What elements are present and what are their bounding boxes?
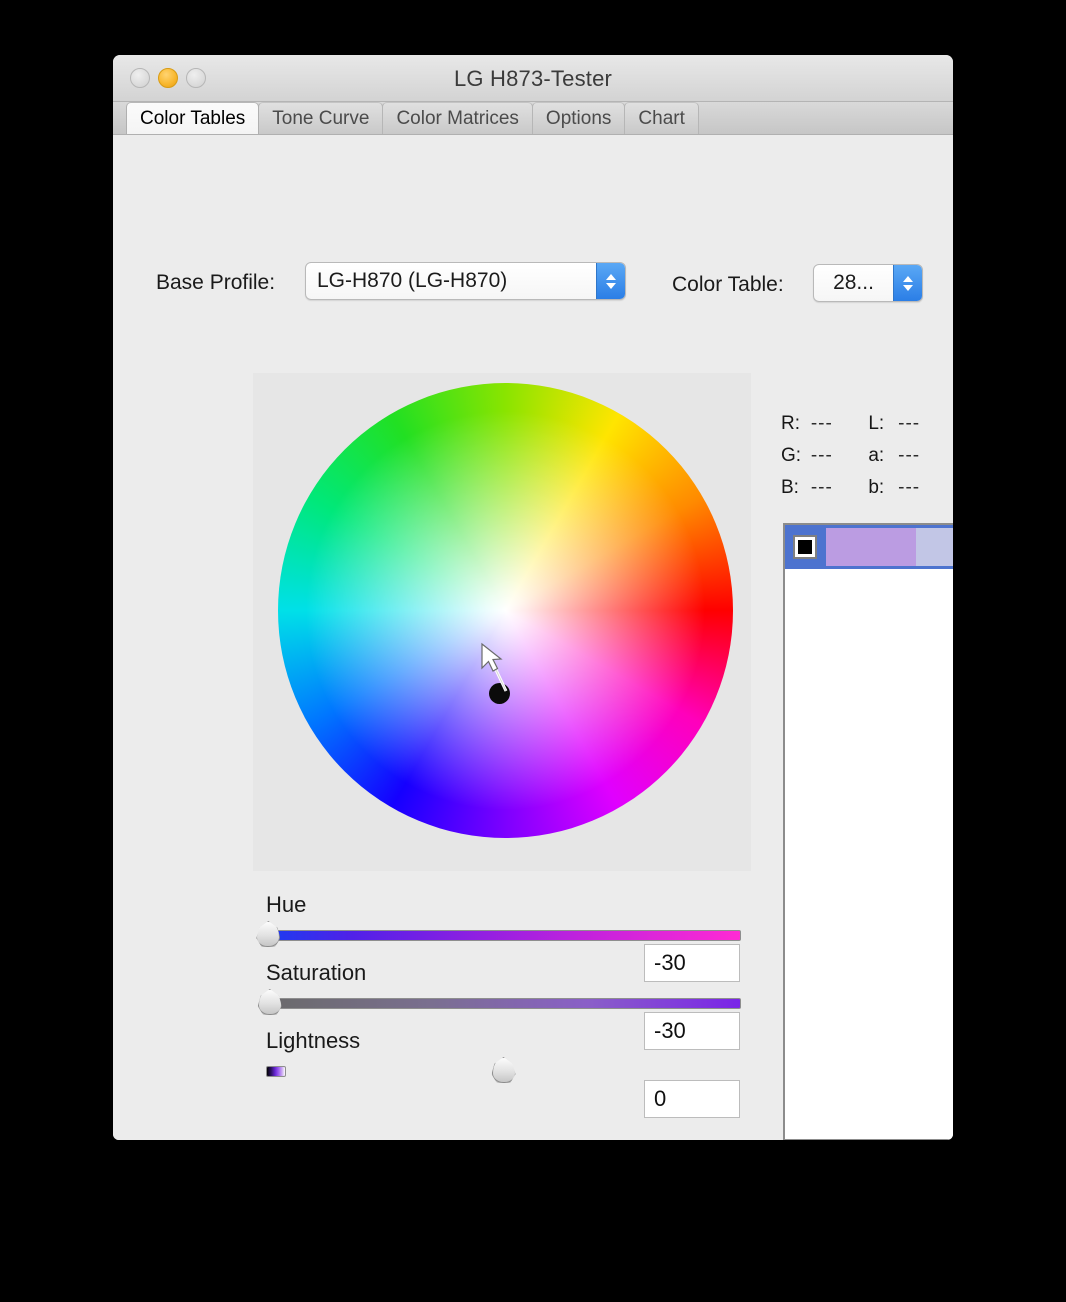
saturation-slider-thumb[interactable] — [257, 989, 282, 1015]
readout-key-b: B: — [781, 477, 799, 498]
hue-slider-group: Hue — [256, 892, 741, 947]
color-wheel[interactable] — [278, 383, 733, 838]
base-profile-popup[interactable]: LG-H870 (LG-H870) — [305, 262, 626, 300]
saturation-slider-group: Saturation — [257, 960, 741, 1015]
color-table-value: 28... — [833, 271, 874, 294]
chevron-down-icon — [903, 284, 913, 291]
readout-key-a: a: — [868, 445, 885, 466]
tab-color-tables[interactable]: Color Tables — [126, 102, 260, 134]
tab-options[interactable]: Options — [531, 102, 626, 134]
lightness-label: Lightness — [266, 1028, 361, 1053]
color-wheel-panel — [253, 373, 751, 871]
readout-key-l-lab: L: — [868, 413, 885, 434]
readout-key-b-lab: b: — [868, 477, 885, 498]
base-profile-label: Base Profile: — [156, 271, 276, 294]
table-row[interactable] — [785, 525, 953, 569]
hue-slider-track[interactable] — [266, 930, 741, 941]
readout-value-b: --- — [810, 477, 833, 498]
app-window: LG H873-Tester Color Tables Tone Curve C… — [113, 55, 953, 1140]
row-swatch-primary[interactable] — [826, 528, 916, 566]
hue-label: Hue — [266, 892, 307, 917]
readout-value-l-lab: --- — [898, 413, 921, 434]
base-profile-value: LG-H870 (LG-H870) — [317, 269, 508, 292]
readout-value-b-lab: --- — [898, 477, 921, 498]
saturation-label: Saturation — [266, 960, 367, 985]
hue-slider-track-wrap[interactable] — [256, 921, 741, 947]
lightness-slider-track[interactable] — [266, 1066, 286, 1077]
readout-value-r: --- — [810, 413, 833, 434]
color-table-list[interactable] — [783, 523, 953, 1140]
readout-value-a: --- — [898, 445, 921, 466]
readout-row: B: --- b: --- L: --- — [781, 477, 953, 509]
lightness-slider-track-wrap[interactable] — [266, 1057, 741, 1083]
checkbox-filled-icon — [798, 540, 812, 554]
chevron-up-icon — [606, 273, 616, 280]
tab-bar: Color Tables Tone Curve Color Matrices O… — [113, 102, 953, 135]
saturation-slider-track-wrap[interactable] — [257, 989, 741, 1015]
lightness-slider-group: Lightness — [266, 1028, 741, 1083]
tab-tone-curve[interactable]: Tone Curve — [258, 102, 384, 134]
readout-value-g: --- — [810, 445, 833, 466]
base-profile-stepper-icon[interactable] — [596, 263, 625, 299]
color-table-label: Color Table: — [672, 273, 784, 296]
color-table-popup[interactable]: 28... — [813, 264, 923, 302]
saturation-slider-track[interactable] — [266, 998, 741, 1009]
row-checkbox[interactable] — [793, 535, 817, 559]
window-title: LG H873-Tester — [453, 66, 613, 91]
color-wheel-marker[interactable] — [489, 683, 510, 704]
lightness-slider-thumb[interactable] — [491, 1057, 516, 1083]
row-swatch-secondary[interactable] — [916, 528, 953, 566]
chevron-up-icon — [903, 275, 913, 282]
readout-key-r: R: — [781, 413, 800, 434]
tab-color-matrices[interactable]: Color Matrices — [382, 102, 533, 134]
color-table-stepper-icon[interactable] — [893, 265, 922, 301]
hue-slider-thumb[interactable] — [256, 921, 281, 947]
readout-row: R: --- L: --- H: --- — [781, 413, 953, 445]
lightness-value-field[interactable]: 0 — [644, 1080, 740, 1118]
readout-row: G: --- a: --- S: --- — [781, 445, 953, 477]
chevron-down-icon — [606, 282, 616, 289]
title-bar: LG H873-Tester — [113, 55, 953, 102]
readout-key-g: G: — [781, 445, 802, 466]
color-value-readout: R: --- L: --- H: --- G: --- a: --- S: --… — [781, 413, 953, 509]
tab-chart[interactable]: Chart — [624, 102, 699, 134]
tab-content-color-tables: Base Profile: LG-H870 (LG-H870) Color Ta… — [113, 135, 953, 1140]
